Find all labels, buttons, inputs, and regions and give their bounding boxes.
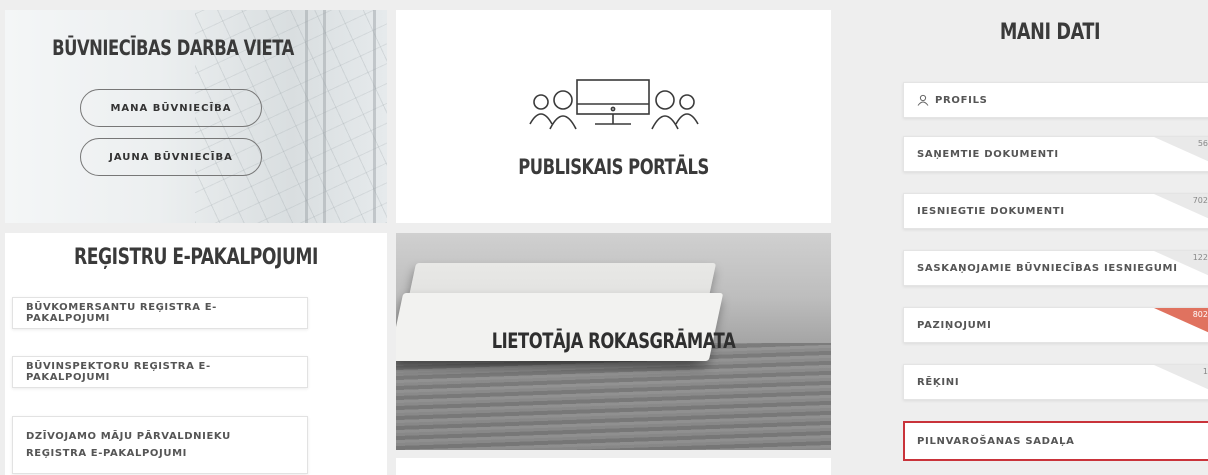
user-manual-title: LIETOTĀJA ROKASGRĀMATA [491,329,736,353]
public-portal-tile[interactable]: PUBLISKAIS PORTĀLS [396,10,831,223]
user-manual-tile[interactable]: LIETOTĀJA ROKASGRĀMATA [396,233,831,450]
my-construction-button[interactable]: MANA BŪVNIECĪBA [80,89,262,127]
submitted-documents-link[interactable]: IESNIEGTIE DOKUMENTI 702 [903,193,1208,229]
invoices-label: RĒĶINI [917,376,960,388]
next-tile [396,458,831,475]
notifications-count: 802 [1192,310,1208,319]
approval-applications-link[interactable]: SASKAŅOJAMIE BŪVNIECĪBAS IESNIEGUMI 122 [903,250,1208,286]
notifications-label: PAZIŅOJUMI [917,319,992,331]
building-pillar [323,10,326,223]
work-area-tile: BŪVNIECĪBAS DARBA VIETA MANA BŪVNIECĪBA … [5,10,387,223]
building-pillar [373,10,376,223]
received-documents-link[interactable]: SAŅEMTIE DOKUMENTI 56 [903,136,1208,172]
my-data-title: MANI DATI [999,20,1101,45]
profile-link[interactable]: PROFILS [903,82,1208,118]
inspector-registry-link[interactable]: BŪVINSPEKTORU REĢISTRA E-PAKALPOJUMI [12,356,308,388]
submitted-documents-count: 702 [1192,196,1208,205]
public-portal-title: PUBLISKAIS PORTĀLS [518,155,709,179]
approval-applications-count: 122 [1192,253,1208,262]
approval-applications-label: SASKAŅOJAMIE BŪVNIECĪBAS IESNIEGUMI [917,262,1178,274]
received-documents-count: 56 [1197,139,1208,148]
user-icon [917,94,929,106]
invoices-count: 1 [1202,367,1208,376]
contractor-registry-link[interactable]: BŪVKOMERSANTU REĢISTRA E-PAKALPOJUMI [12,297,308,329]
authorization-section-label: PILNVAROŠANAS SADAĻA [917,435,1075,447]
invoices-link[interactable]: RĒĶINI 1 [903,364,1208,400]
notifications-link[interactable]: PAZIŅOJUMI 802 [903,307,1208,343]
new-construction-button[interactable]: JAUNA BŪVNIECĪBA [80,138,262,176]
count-corner [1154,365,1208,391]
work-area-title: BŪVNIECĪBAS DARBA VIETA [52,36,294,60]
profile-label: PROFILS [935,94,988,106]
registry-services-tile: REĢISTRU E-PAKALPOJUMI BŪVKOMERSANTU REĢ… [5,233,387,475]
received-documents-label: SAŅEMTIE DOKUMENTI [917,148,1059,160]
authorization-section-link[interactable]: PILNVAROŠANAS SADAĻA [903,421,1208,461]
people-monitor-icon [529,79,699,130]
submitted-documents-label: IESNIEGTIE DOKUMENTI [917,205,1065,217]
registry-services-title: REĢISTRU E-PAKALPOJUMI [74,245,318,270]
house-manager-registry-link[interactable]: DZĪVOJAMO MĀJU PĀRVALDNIEKU REĢISTRA E-P… [12,416,308,474]
